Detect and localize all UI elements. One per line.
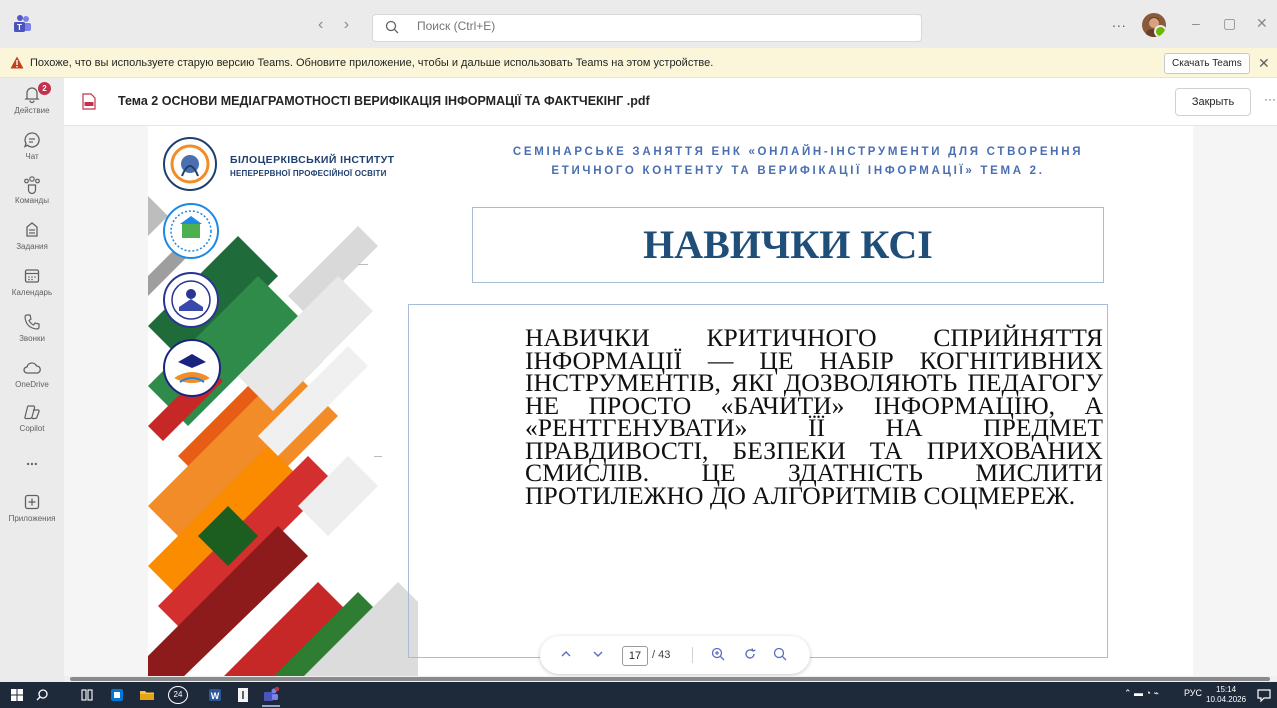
rail-item-copilot[interactable]: Copilot [0,402,64,433]
rail-item-label: Задания [16,242,48,251]
notifications-icon[interactable] [1255,686,1273,704]
app-rail: 2 Действие Чат Команды Задания Календарь… [0,78,64,682]
pdf-file-icon [82,93,96,110]
zoom-in-icon[interactable] [710,646,726,662]
activity-badge: 2 [38,82,51,95]
search-input[interactable] [417,19,897,33]
browser-icon[interactable]: 24 [168,686,188,704]
slide-heading-box: НАВИЧКИ КСІ [472,207,1104,283]
divider [374,456,382,457]
emblem-logo-icon [163,203,219,259]
rail-item-calls[interactable]: Звонки [0,312,64,343]
chat-icon [23,132,40,148]
dismiss-warning-icon[interactable]: ✕ [1258,55,1270,72]
rail-item-label: Copilot [19,424,45,433]
seminar-title-line2: ЕТИЧНОГО КОНТЕНТУ ТА ВЕРИФІКАЦІЇ ІНФОРМА… [551,165,1045,177]
clock-date: 10.04.2026 [1206,695,1247,704]
emblem-logo-icon [163,339,221,397]
svg-text:T: T [17,23,22,32]
document-viewer-icon[interactable] [234,686,252,704]
taskbar-clock[interactable]: 15:14 10.04.2026 [1206,685,1246,705]
slide-heading: НАВИЧКИ КСІ [643,222,933,267]
copilot-icon [24,405,40,420]
document-title: Тема 2 ОСНОВИ МЕДІАГРАМОТНОСТІ ВЕРИФІКАЦ… [118,94,650,108]
file-explorer-icon[interactable] [138,686,156,704]
rail-item-onedrive[interactable]: OneDrive [0,358,64,389]
assignments-icon [26,222,38,237]
rail-item-label: Действие [14,106,50,115]
windows-taskbar: 24 W ⌃ ▬ ◔ ⌁ РУС 15:14 10.04.2026 [0,682,1277,708]
teams-icon [24,176,40,194]
previous-page-icon[interactable] [558,646,574,662]
rail-item-label: OneDrive [15,380,49,389]
org-name-line2: НЕПЕРЕРВНОЇ ПРОФЕСІЙНОЇ ОСВІТИ [230,169,387,178]
page-total: / 43 [652,649,671,661]
search-icon[interactable] [34,686,52,704]
rail-item-label: Звонки [19,334,45,343]
active-app-indicator [262,705,280,707]
institute-logo-icon [163,137,217,191]
app-icon[interactable] [108,686,126,704]
cloud-icon [23,362,41,374]
minimize-button[interactable]: – [1192,15,1200,31]
seminar-title: СЕМІНАРСЬКЕ ЗАНЯТТЯ ЕНК «ОНЛАЙН-ІНСТРУМЕ… [438,143,1158,181]
rail-item-more[interactable]: ... [0,450,64,468]
rotate-icon[interactable] [742,646,758,662]
close-document-button[interactable]: Закрыть [1175,88,1251,116]
calendar-icon [24,269,40,283]
forward-arrow-icon[interactable]: › [344,16,349,33]
rail-item-label: Календарь [11,288,53,297]
warning-icon [10,56,24,69]
restore-button[interactable]: ▢ [1223,15,1236,32]
document-header: Тема 2 ОСНОВИ МЕДІАГРАМОТНОСТІ ВЕРИФІКАЦ… [64,78,1277,126]
pdf-viewer[interactable]: БІЛОЦЕРКІВСЬКИЙ ІНСТИТУТ НЕПЕРЕРВНОЇ ПРО… [64,126,1277,682]
task-view-icon[interactable] [78,686,96,704]
close-window-button[interactable]: ✕ [1256,15,1268,32]
next-page-icon[interactable] [590,646,606,662]
rail-item-label: Команды [15,196,49,205]
teams-logo-icon[interactable]: T [12,14,32,34]
rail-item-teams[interactable]: Команды [0,174,64,205]
scrollbar-thumb[interactable] [70,677,1270,681]
slide-body-box: НАВИЧКИ КРИТИЧНОГО СПРИЙНЯТТЯ ІНФОРМАЦІЇ… [408,304,1108,658]
back-arrow-icon[interactable]: ‹ [318,16,323,33]
rail-item-apps[interactable]: Приложения [0,492,64,523]
more-options-icon[interactable]: ··· [1264,92,1276,106]
rail-item-calendar[interactable]: Календарь [0,266,64,297]
search-in-document-icon[interactable] [772,646,788,662]
rail-item-assignments[interactable]: Задания [0,220,64,251]
update-warning-bar: Похоже, что вы используете старую версию… [0,48,1277,78]
search-box[interactable] [372,14,922,42]
language-indicator[interactable]: РУС [1184,688,1202,698]
org-name-line1: БІЛОЦЕРКІВСЬКИЙ ІНСТИТУТ [230,154,395,166]
rail-item-chat[interactable]: Чат [0,130,64,161]
word-icon[interactable]: W [206,686,224,704]
more-options-icon[interactable]: ... [1112,14,1127,30]
divider [358,264,368,265]
more-apps-icon: ... [26,452,38,468]
teams-taskbar-icon[interactable] [262,686,280,704]
svg-text:W: W [211,691,220,701]
download-teams-button[interactable]: Скачать Teams [1164,53,1250,74]
rail-item-label: Чат [25,152,39,161]
page-navigation-toolbar: / 43 [540,636,810,674]
windows-start-icon[interactable] [8,686,26,704]
phone-icon [24,314,40,330]
divider [692,647,693,663]
seminar-title-line1: СЕМІНАРСЬКЕ ЗАНЯТТЯ ЕНК «ОНЛАЙН-ІНСТРУМЕ… [512,146,1084,158]
emblem-logo-icon [163,272,219,328]
clock-time: 15:14 [1216,685,1237,694]
system-tray-icons[interactable]: ⌃ ▬ ◔ ⌁ [1124,688,1159,699]
slide-body-text: НАВИЧКИ КРИТИЧНОГО СПРИЙНЯТТЯ ІНФОРМАЦІЇ… [525,323,1103,510]
rail-item-activity[interactable]: 2 Действие [0,82,64,115]
avatar[interactable] [1142,13,1166,37]
rail-item-label: Приложения [8,514,56,523]
title-bar: T ‹ › ... – ▢ ✕ [0,0,1277,48]
apps-icon [24,494,40,510]
warning-message: Похоже, что вы используете старую версию… [30,57,714,69]
pdf-page: БІЛОЦЕРКІВСЬКИЙ ІНСТИТУТ НЕПЕРЕРВНОЇ ПРО… [148,126,1193,682]
search-icon [385,20,399,34]
page-number-input[interactable] [622,646,648,666]
